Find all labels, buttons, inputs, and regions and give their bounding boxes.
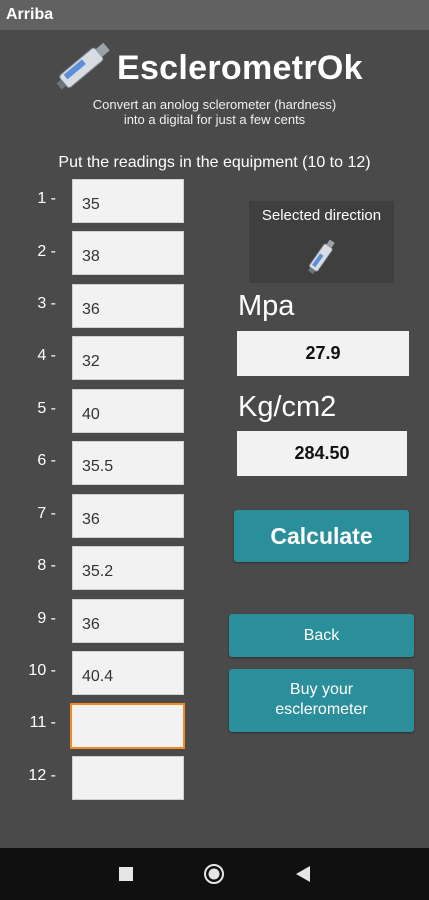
selected-direction-panel[interactable]: Selected direction bbox=[249, 201, 394, 283]
window-title: Arriba bbox=[6, 6, 54, 23]
sclerometer-icon bbox=[56, 42, 110, 90]
reading-input-2[interactable] bbox=[72, 231, 184, 275]
reading-label-9: 9 - bbox=[37, 610, 56, 627]
back-button[interactable]: Back bbox=[229, 614, 414, 657]
reading-input-10[interactable] bbox=[72, 651, 184, 695]
reading-label-1: 1 - bbox=[37, 190, 56, 207]
back-triangle-icon[interactable] bbox=[296, 866, 310, 882]
system-navigation-bar bbox=[0, 848, 429, 900]
reading-input-5[interactable] bbox=[72, 389, 184, 433]
app-title: EsclerometrOk bbox=[117, 49, 363, 87]
reading-label-7: 7 - bbox=[37, 505, 56, 522]
reading-input-6[interactable] bbox=[72, 441, 184, 485]
reading-label-10: 10 - bbox=[28, 662, 56, 679]
selected-direction-label: Selected direction bbox=[261, 207, 382, 224]
mpa-label: Mpa bbox=[238, 290, 295, 322]
reading-label-5: 5 - bbox=[37, 400, 56, 417]
reading-label-12: 12 - bbox=[28, 767, 56, 784]
window-titlebar: Arriba bbox=[0, 0, 429, 30]
app-subtitle-line-2: into a digital for just a few cents bbox=[123, 112, 306, 127]
back-button-label: Back bbox=[303, 627, 340, 644]
reading-input-11[interactable] bbox=[70, 703, 185, 749]
reading-input-12[interactable] bbox=[72, 756, 184, 800]
reading-input-9[interactable] bbox=[72, 599, 184, 643]
sclerometer-icon bbox=[308, 239, 335, 275]
mpa-value: 27.9 bbox=[237, 331, 409, 376]
reading-label-2: 2 - bbox=[37, 243, 56, 260]
reading-input-4[interactable] bbox=[72, 336, 184, 380]
buy-button-label-line-1: Buy your bbox=[289, 681, 354, 698]
calculate-button[interactable]: Calculate bbox=[234, 510, 409, 562]
reading-label-4: 4 - bbox=[37, 347, 56, 364]
reading-input-8[interactable] bbox=[72, 546, 184, 590]
kg-cm2-label: Kg/cm2 bbox=[238, 391, 337, 423]
buy-button-label-line-2: esclerometer bbox=[275, 701, 368, 718]
reading-label-11: 11 - bbox=[29, 714, 56, 731]
instructions-text: Put the readings in the equipment (10 to… bbox=[58, 154, 371, 171]
buy-sclerometer-button[interactable]: Buy your esclerometer bbox=[229, 669, 414, 732]
reading-input-7[interactable] bbox=[72, 494, 184, 538]
reading-label-3: 3 - bbox=[37, 295, 56, 312]
app-subtitle-line-1: Convert an anolog sclerometer (hardness) bbox=[92, 97, 337, 112]
reading-label-6: 6 - bbox=[37, 452, 56, 469]
home-circle-icon[interactable] bbox=[203, 863, 225, 885]
reading-input-3[interactable] bbox=[72, 284, 184, 328]
recents-square-icon[interactable] bbox=[119, 867, 133, 881]
kg-cm2-value: 284.50 bbox=[237, 431, 407, 476]
calculate-button-label: Calculate bbox=[270, 523, 373, 549]
reading-input-1[interactable] bbox=[72, 179, 184, 223]
reading-label-8: 8 - bbox=[37, 557, 56, 574]
